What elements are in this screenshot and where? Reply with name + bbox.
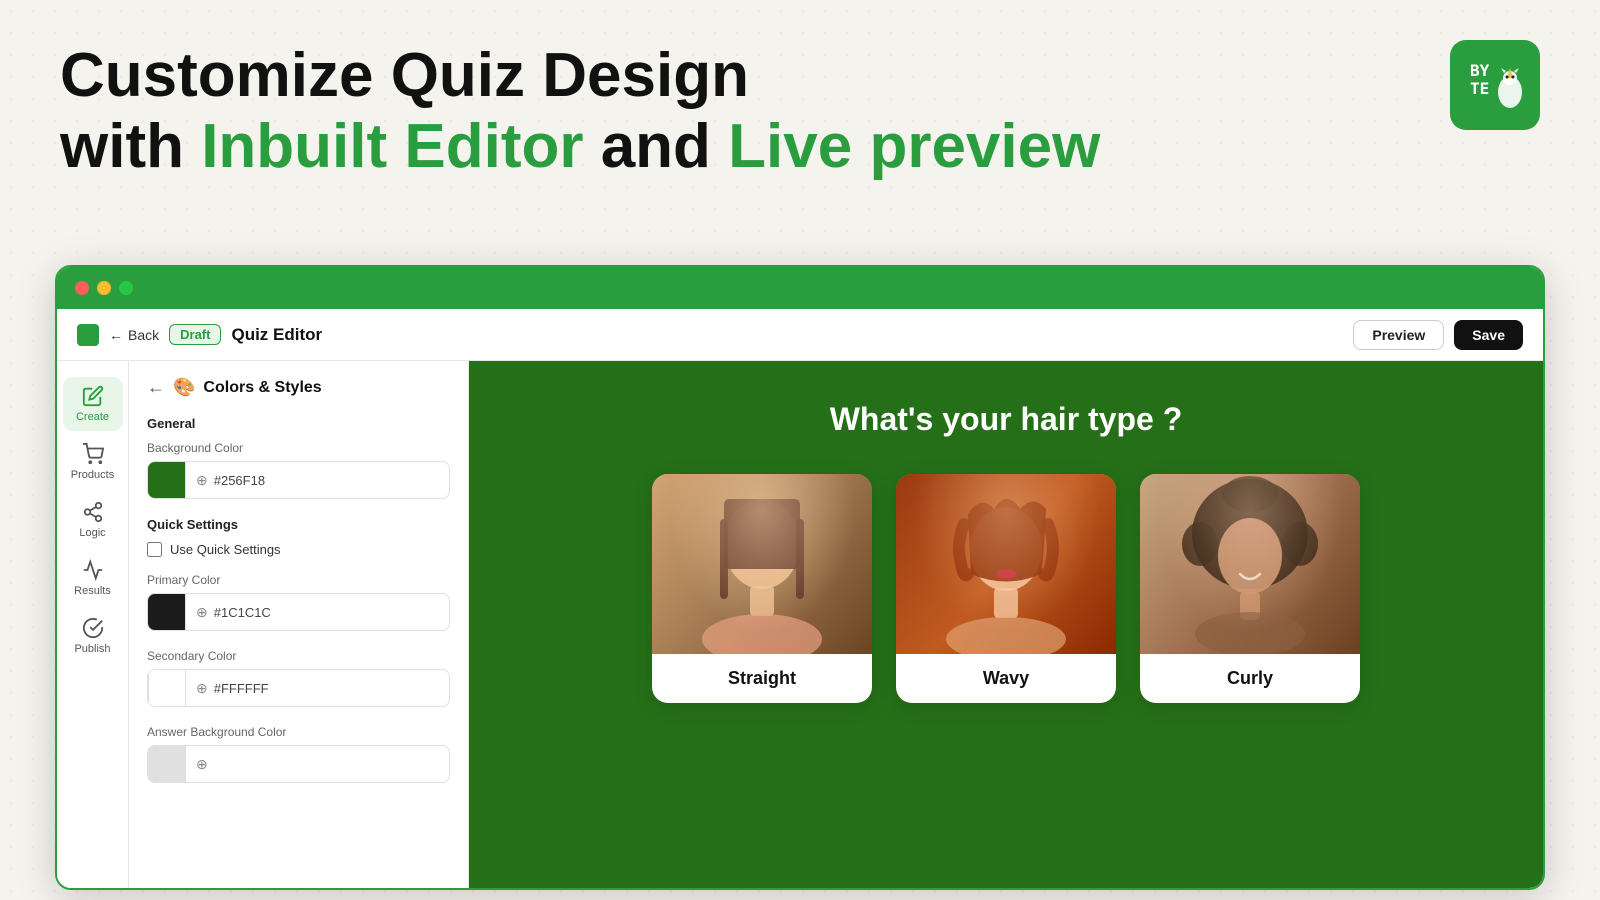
app-body: Create Products Logic	[57, 361, 1543, 888]
create-label: Create	[76, 411, 109, 423]
bg-color-label: Background Color	[147, 441, 450, 455]
sidebar-item-products[interactable]: Products	[63, 435, 123, 489]
primary-color-text: ⊕ #1C1C1C	[186, 604, 281, 621]
sidebar-item-publish[interactable]: Publish	[63, 609, 123, 663]
logic-label: Logic	[79, 527, 105, 539]
app-topbar: ← Back Draft Quiz Editor Preview Save	[57, 309, 1543, 361]
sidebar-item-create[interactable]: Create	[63, 377, 123, 431]
dropper-icon-2: ⊕	[196, 604, 208, 621]
products-icon	[82, 443, 104, 465]
primary-color-label: Primary Color	[147, 573, 450, 587]
quiz-question: What's your hair type ?	[830, 401, 1183, 438]
back-button[interactable]: ← Back	[109, 327, 159, 343]
window-close-dot[interactable]	[75, 281, 89, 295]
answer-bg-color-label: Answer Background Color	[147, 725, 450, 739]
app-logo-small	[77, 324, 99, 346]
quick-settings-title: Quick Settings	[147, 517, 450, 532]
sidebar-icons: Create Products Logic	[57, 361, 129, 888]
settings-panel: ← 🎨 Colors & Styles General Background C…	[129, 361, 469, 888]
dropper-icon: ⊕	[196, 472, 208, 489]
wavy-label: Wavy	[896, 654, 1116, 703]
quick-settings-section: Quick Settings Use Quick Settings Primar…	[147, 517, 450, 783]
results-label: Results	[74, 585, 111, 597]
secondary-color-swatch[interactable]	[148, 669, 186, 707]
publish-icon	[82, 617, 104, 639]
draft-badge: Draft	[169, 324, 221, 345]
curly-label: Curly	[1140, 654, 1360, 703]
publish-label: Publish	[74, 643, 110, 655]
hair-card-wavy[interactable]: Wavy	[896, 474, 1116, 703]
products-label: Products	[71, 469, 114, 481]
use-quick-settings-label: Use Quick Settings	[170, 542, 281, 557]
general-section-label: General	[147, 416, 450, 431]
hair-image-curly	[1140, 474, 1360, 654]
dropper-icon-3: ⊕	[196, 680, 208, 697]
panel-title: Colors & Styles	[203, 379, 321, 397]
hair-card-straight[interactable]: Straight	[652, 474, 872, 703]
preview-panel: What's your hair type ?	[469, 361, 1543, 888]
browser-window: ← Back Draft Quiz Editor Preview Save	[55, 265, 1545, 890]
primary-color-swatch[interactable]	[148, 593, 186, 631]
browser-chrome	[57, 267, 1543, 309]
sidebar-item-logic[interactable]: Logic	[63, 493, 123, 547]
save-button[interactable]: Save	[1454, 320, 1523, 350]
use-quick-settings-checkbox[interactable]	[147, 542, 162, 557]
bg-color-input-row[interactable]: ⊕ #256F18	[147, 461, 450, 499]
hero-title: Customize Quiz Design with Inbuilt Edito…	[60, 40, 1540, 183]
answer-bg-color-text: ⊕	[186, 756, 218, 773]
back-arrow-icon: ←	[109, 327, 123, 343]
palette-icon: 🎨	[173, 377, 195, 398]
hair-options: Straight	[652, 474, 1360, 703]
quiz-editor-title: Quiz Editor	[231, 325, 322, 345]
hair-card-curly[interactable]: Curly	[1140, 474, 1360, 703]
bg-color-text: ⊕ #256F18	[186, 472, 275, 489]
hero-section: Customize Quiz Design with Inbuilt Edito…	[0, 0, 1600, 203]
results-icon	[82, 559, 104, 581]
window-minimize-dot[interactable]	[97, 281, 111, 295]
preview-button[interactable]: Preview	[1353, 320, 1444, 350]
secondary-color-text: ⊕ #FFFFFF	[186, 680, 279, 697]
dropper-icon-4: ⊕	[196, 756, 208, 773]
panel-nav: ← 🎨 Colors & Styles	[147, 377, 450, 398]
sidebar-item-results[interactable]: Results	[63, 551, 123, 605]
hair-image-straight	[652, 474, 872, 654]
topbar-right: Preview Save	[1353, 320, 1523, 350]
secondary-color-label: Secondary Color	[147, 649, 450, 663]
use-quick-settings-row: Use Quick Settings	[147, 542, 450, 557]
logic-icon	[82, 501, 104, 523]
window-maximize-dot[interactable]	[119, 281, 133, 295]
straight-label: Straight	[652, 654, 872, 703]
panel-back-button[interactable]: ←	[147, 377, 165, 398]
hair-image-wavy	[896, 474, 1116, 654]
topbar-left: ← Back Draft Quiz Editor	[77, 324, 1341, 346]
app-inner: ← Back Draft Quiz Editor Preview Save	[57, 309, 1543, 888]
bg-color-swatch[interactable]	[148, 461, 186, 499]
answer-bg-color-swatch[interactable]	[148, 745, 186, 783]
create-icon	[82, 385, 104, 407]
answer-bg-color-input-row[interactable]: ⊕	[147, 745, 450, 783]
secondary-color-input-row[interactable]: ⊕ #FFFFFF	[147, 669, 450, 707]
primary-color-input-row[interactable]: ⊕ #1C1C1C	[147, 593, 450, 631]
